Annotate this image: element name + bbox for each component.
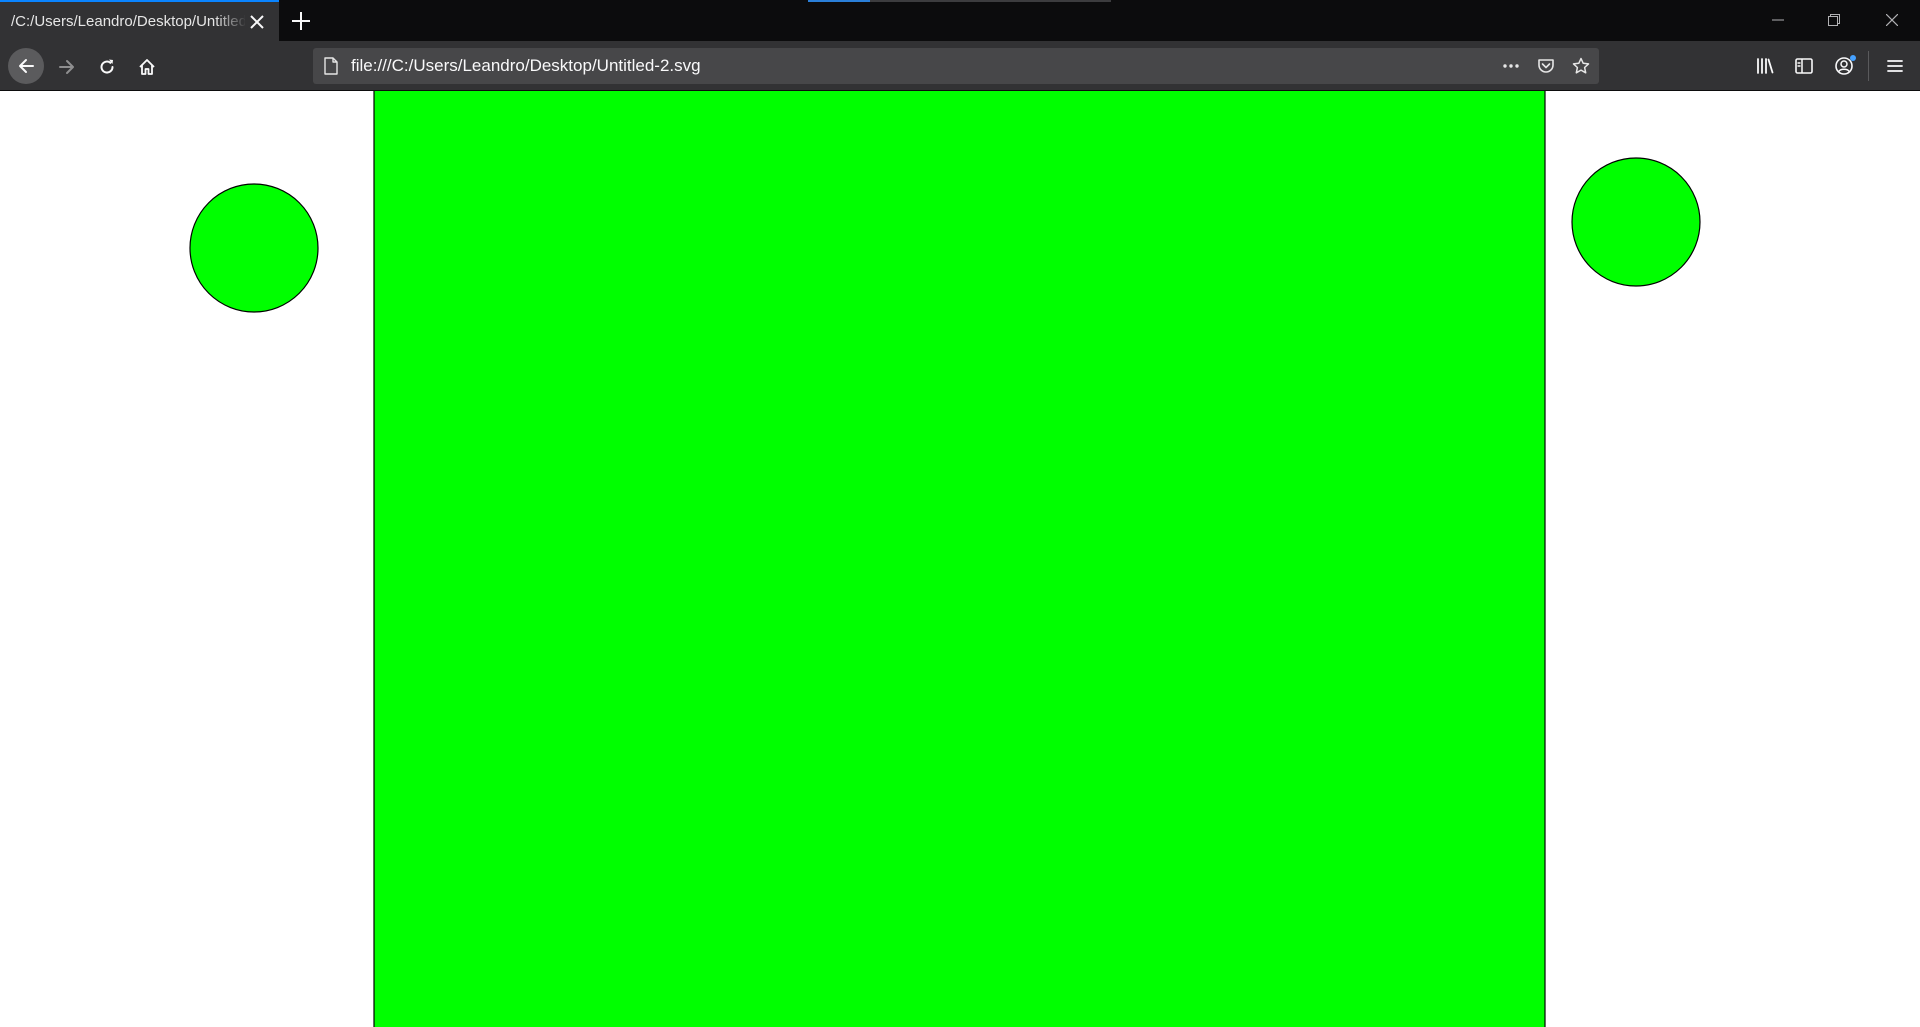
tab-progress-track [870,0,1111,2]
url-text[interactable]: file:///C:/Users/Leandro/Desktop/Untitle… [351,56,701,76]
svg-document [189,91,1701,1027]
page-icon [323,57,339,80]
new-tab-plus-icon[interactable] [287,9,315,33]
tab-title: /C:/Users/Leandro/Desktop/Untitled-2.svg [11,13,245,30]
url-bar[interactable]: file:///C:/Users/Leandro/Desktop/Untitle… [313,48,1599,84]
minimize-icon[interactable] [1750,0,1806,40]
green-rectangle [373,91,1546,1027]
account-notification-badge [1850,55,1856,61]
browser-window: /C:/Users/Leandro/Desktop/Untitled-2.svg [0,0,1920,1027]
library-icon[interactable] [1749,50,1781,82]
tab-strip: /C:/Users/Leandro/Desktop/Untitled-2.svg [0,0,1920,41]
page-actions-ellipsis-icon[interactable] [1498,54,1524,78]
navigation-toolbar: file:///C:/Users/Leandro/Desktop/Untitle… [0,41,1920,91]
green-circle-left [189,183,319,313]
home-icon[interactable] [130,50,162,82]
reload-icon[interactable] [90,50,122,82]
page-content [0,91,1920,1027]
green-circle-right [1571,157,1701,287]
hamburger-menu-icon[interactable] [1879,50,1911,82]
tab-title-fade [215,10,247,34]
bookmark-star-icon[interactable] [1568,54,1594,78]
tab-close-icon[interactable] [248,13,266,31]
window-close-icon[interactable] [1864,0,1920,40]
forward-arrow-icon[interactable] [50,50,82,82]
pocket-icon[interactable] [1533,54,1559,78]
restore-icon[interactable] [1806,0,1862,40]
back-arrow-icon[interactable] [8,48,44,84]
toolbar-separator [1868,51,1869,81]
tab-progress-indicator [808,0,870,2]
active-tab[interactable]: /C:/Users/Leandro/Desktop/Untitled-2.svg [0,0,279,41]
sidebar-icon[interactable] [1788,50,1820,82]
account-icon[interactable] [1828,50,1860,82]
